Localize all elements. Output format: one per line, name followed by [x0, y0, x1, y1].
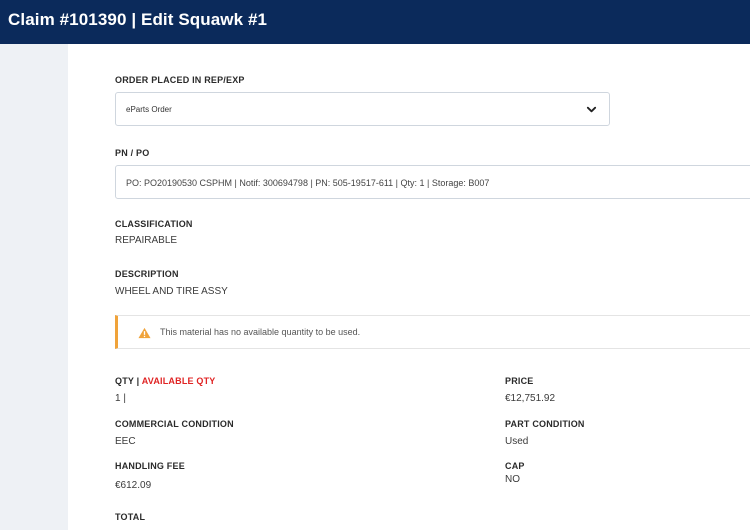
- part-condition-label: PART CONDITION: [505, 419, 585, 429]
- warning-icon: [138, 327, 151, 339]
- commercial-condition-value: EEC: [115, 436, 136, 447]
- qty-label-separator: |: [133, 376, 142, 386]
- price-label: PRICE: [505, 376, 534, 386]
- alert-message: This material has no available quantity …: [160, 327, 361, 337]
- description-value: WHEEL AND TIRE ASSY: [115, 286, 228, 297]
- no-quantity-alert: This material has no available quantity …: [115, 315, 750, 349]
- classification-label: CLASSIFICATION: [115, 219, 193, 229]
- qty-value: 1 |: [115, 393, 126, 404]
- cap-value: NO: [505, 474, 520, 485]
- handling-fee-value: €612.09: [115, 480, 152, 491]
- handling-fee-label: HANDLING FEE: [115, 461, 185, 471]
- classification-value: REPAIRABLE: [115, 235, 178, 246]
- pn-po-value: PO: PO20190530 CSPHM | Notif: 300694798 …: [126, 178, 490, 188]
- chevron-down-icon: [586, 106, 597, 113]
- left-rail: [0, 44, 68, 530]
- qty-label-prefix: QTY: [115, 376, 134, 386]
- page-header: Claim #101390 | Edit Squawk #1: [0, 0, 750, 44]
- available-qty-label: AVAILABLE QTY: [141, 376, 216, 386]
- cap-label: CAP: [505, 461, 525, 471]
- order-placed-selected-value: eParts Order: [126, 105, 172, 114]
- squawk-form: ORDER PLACED IN REP/EXP eParts Order PN …: [68, 44, 750, 530]
- page-title: Claim #101390 | Edit Squawk #1: [8, 10, 268, 29]
- qty-label: QTY | AVAILABLE QTY: [115, 376, 216, 386]
- pn-po-label: PN / PO: [115, 148, 150, 158]
- part-condition-value: Used: [505, 436, 529, 447]
- commercial-condition-label: COMMERCIAL CONDITION: [115, 419, 234, 429]
- order-placed-select[interactable]: eParts Order: [115, 92, 610, 126]
- total-label: TOTAL: [115, 512, 146, 522]
- description-label: DESCRIPTION: [115, 269, 179, 279]
- order-placed-label: ORDER PLACED IN REP/EXP: [115, 75, 245, 85]
- price-value: €12,751.92: [505, 393, 556, 404]
- pn-po-field[interactable]: PO: PO20190530 CSPHM | Notif: 300694798 …: [115, 165, 750, 199]
